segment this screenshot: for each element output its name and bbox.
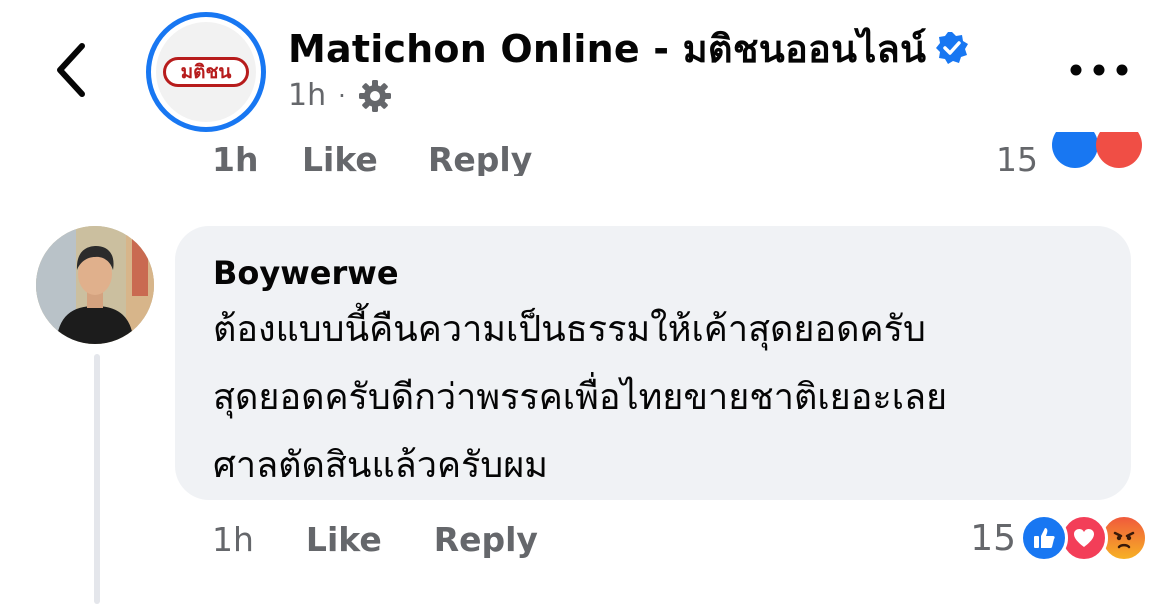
commenter-avatar[interactable] xyxy=(36,226,154,344)
post-time: 1h xyxy=(288,78,327,113)
gear-icon[interactable] xyxy=(358,79,392,113)
previous-reaction-count: 15 xyxy=(996,140,1038,176)
chevron-left-icon xyxy=(57,43,85,97)
previous-comment-time: 1h xyxy=(212,140,259,176)
previous-reply-link[interactable]: Reply xyxy=(428,140,532,176)
thread-line xyxy=(94,354,100,604)
comment-bubble[interactable]: Boywerwe ต้องแบบนี้คืนความเป็นธรรมให้เค้… xyxy=(175,226,1131,500)
post-meta: 1h · xyxy=(288,78,392,113)
previous-like-link[interactable]: Like xyxy=(302,140,378,176)
comment-line: ต้องแบบนี้คืนความเป็นธรรมให้เค้าสุดยอดคร… xyxy=(213,309,926,350)
logo-text: มติชน xyxy=(163,57,249,87)
like-reaction-icon xyxy=(1020,514,1068,562)
reaction-summary[interactable]: 15 xyxy=(970,514,1148,562)
more-options-button[interactable] xyxy=(1064,50,1134,90)
verified-badge-icon xyxy=(936,32,969,64)
comment-line: สุดยอดครับดีกว่าพรรคเพื่อไทยขายชาติเยอะเ… xyxy=(213,377,948,418)
page-title[interactable]: Matichon Online - มติชนออนไลน์ xyxy=(288,18,970,79)
previous-comment-actions: 1h Like Reply 15 xyxy=(0,132,1170,176)
comment-actions: 1h Like Reply xyxy=(212,520,538,559)
previous-like-reaction-icon xyxy=(1052,132,1098,168)
like-button[interactable]: Like xyxy=(306,520,382,559)
page-avatar[interactable]: มติชน xyxy=(146,12,266,132)
reply-button[interactable]: Reply xyxy=(434,520,538,559)
comment-time[interactable]: 1h xyxy=(212,520,254,559)
comment-author[interactable]: Boywerwe xyxy=(213,252,1093,294)
more-dots-icon xyxy=(1070,64,1128,76)
previous-angry-reaction-icon xyxy=(1096,132,1142,168)
reaction-count: 15 xyxy=(970,517,1016,559)
meta-separator: · xyxy=(338,81,346,110)
comment-text: ต้องแบบนี้คืนความเป็นธรรมให้เค้าสุดยอดคร… xyxy=(213,296,1093,500)
back-button[interactable] xyxy=(48,38,100,102)
page-name-text: Matichon Online - มติชนออนไลน์ xyxy=(288,27,927,71)
comment-line: ศาลตัดสินแล้วครับผม xyxy=(213,445,549,486)
page-logo: มติชน xyxy=(156,22,256,122)
profile-photo xyxy=(36,226,154,344)
